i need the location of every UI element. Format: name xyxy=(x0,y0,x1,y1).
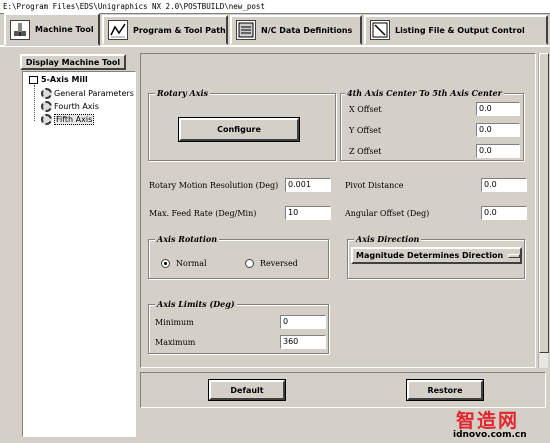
rotation-reversed-radio[interactable]: Reversed xyxy=(245,259,298,268)
axis-direction-group: Axis Direction Magnitude Determines Dire… xyxy=(347,234,525,279)
folder-icon xyxy=(29,75,38,84)
center-offset-group: 4th Axis Center To 5th Axis Center X Off… xyxy=(340,88,524,161)
listing-file-icon xyxy=(370,20,390,40)
tab-label: Listing File & Output Control xyxy=(395,25,525,35)
pivot-distance-label: Pivot Distance xyxy=(345,181,404,190)
radio-dot xyxy=(161,259,170,268)
y-offset-field[interactable]: 0.0 xyxy=(476,123,520,137)
tree-connector xyxy=(34,85,35,121)
display-machine-tool-button[interactable]: Display Machine Tool xyxy=(20,54,126,70)
tree-item-label: General Parameters xyxy=(54,89,134,98)
gear-icon xyxy=(41,114,52,125)
minimum-label: Minimum xyxy=(155,318,194,327)
nc-data-icon xyxy=(236,20,256,40)
tab-program-tool-path[interactable]: Program & Tool Path xyxy=(102,15,228,45)
parameters-panel: Rotary Axis Configure 4th Axis Center To… xyxy=(140,53,536,368)
tree-item-label: Fifth Axis xyxy=(54,114,95,125)
rotary-axis-group: Rotary Axis Configure xyxy=(148,88,336,161)
angular-offset-label: Angular Offset (Deg) xyxy=(345,209,430,218)
group-title: 4th Axis Center To 5th Axis Center xyxy=(345,88,504,98)
group-title: Axis Limits (Deg) xyxy=(155,299,237,309)
angular-offset-field[interactable]: 0.0 xyxy=(481,206,527,220)
rotary-resolution-field[interactable]: 0.001 xyxy=(285,178,331,192)
tab-nc-data-definitions[interactable]: N/C Data Definitions xyxy=(230,15,362,45)
pivot-distance-field[interactable]: 0.0 xyxy=(481,178,527,192)
max-feed-rate-field[interactable]: 10 xyxy=(285,206,331,220)
group-title: Axis Direction xyxy=(354,234,422,244)
machine-tool-icon xyxy=(10,19,30,40)
watermark-brand: 智造网 xyxy=(456,410,520,432)
vertical-scrollbar[interactable] xyxy=(538,53,549,368)
watermark-site: idnovo.com.cn xyxy=(453,430,527,440)
tab-listing-file-output[interactable]: Listing File & Output Control xyxy=(364,15,548,45)
default-button[interactable]: Default xyxy=(208,379,286,401)
tree-item-fourth-axis[interactable]: Fourth Axis xyxy=(41,101,99,112)
restore-button[interactable]: Restore xyxy=(406,379,484,401)
z-offset-field[interactable]: 0.0 xyxy=(476,144,520,158)
radio-label: Normal xyxy=(176,259,207,268)
tree-root-label: 5-Axis Mill xyxy=(41,75,88,84)
axis-limits-group: Axis Limits (Deg) Minimum 0 Maximum 360 xyxy=(148,299,329,354)
group-title: Axis Rotation xyxy=(155,234,220,244)
x-offset-label: X Offset xyxy=(349,105,382,114)
minimum-field[interactable]: 0 xyxy=(280,315,326,329)
tree-item-label: Fourth Axis xyxy=(54,102,99,111)
y-offset-label: Y Offset xyxy=(349,126,382,135)
rotary-resolution-label: Rotary Motion Resolution (Deg) xyxy=(149,181,279,190)
tab-label: Machine Tool xyxy=(35,25,94,34)
axis-direction-menu[interactable]: Magnitude Determines Direction xyxy=(351,247,522,264)
maximum-label: Maximum xyxy=(155,338,196,347)
tree-item-fifth-axis[interactable]: Fifth Axis xyxy=(41,114,95,125)
tree-item-general-parameters[interactable]: General Parameters xyxy=(41,88,134,99)
tab-label: N/C Data Definitions xyxy=(261,25,353,35)
x-offset-field[interactable]: 0.0 xyxy=(476,102,520,116)
gear-icon xyxy=(41,88,52,99)
max-feed-rate-label: Max. Feed Rate (Deg/Min) xyxy=(149,209,257,218)
tree-root-5-axis-mill[interactable]: 5-Axis Mill xyxy=(29,75,88,84)
tab-machine-tool[interactable]: Machine Tool xyxy=(4,13,100,46)
configure-button[interactable]: Configure xyxy=(178,117,300,142)
action-bar: Default Restore xyxy=(140,372,546,408)
maximum-field[interactable]: 360 xyxy=(280,335,326,349)
rotation-normal-radio[interactable]: Normal xyxy=(161,259,207,268)
window-title: E:\Program Files\EDS\Unigraphics NX 2.0\… xyxy=(0,0,550,14)
axis-direction-value: Magnitude Determines Direction xyxy=(356,251,504,260)
scrollbar-thumb[interactable] xyxy=(539,53,549,353)
radio-label: Reversed xyxy=(260,259,298,268)
tab-label: Program & Tool Path xyxy=(133,25,226,35)
machine-tree[interactable]: 5-Axis Mill General Parameters Fourth Ax… xyxy=(22,71,136,437)
axis-rotation-group: Axis Rotation Normal Reversed xyxy=(148,234,329,279)
watermark-logo: 智造网 idnovo.com.cn xyxy=(450,408,550,443)
group-title: Rotary Axis xyxy=(155,88,211,98)
radio-dot xyxy=(245,259,254,268)
program-path-icon xyxy=(108,20,128,40)
z-offset-label: Z Offset xyxy=(349,147,382,156)
option-menu-icon xyxy=(508,253,520,258)
gear-icon xyxy=(41,101,52,112)
